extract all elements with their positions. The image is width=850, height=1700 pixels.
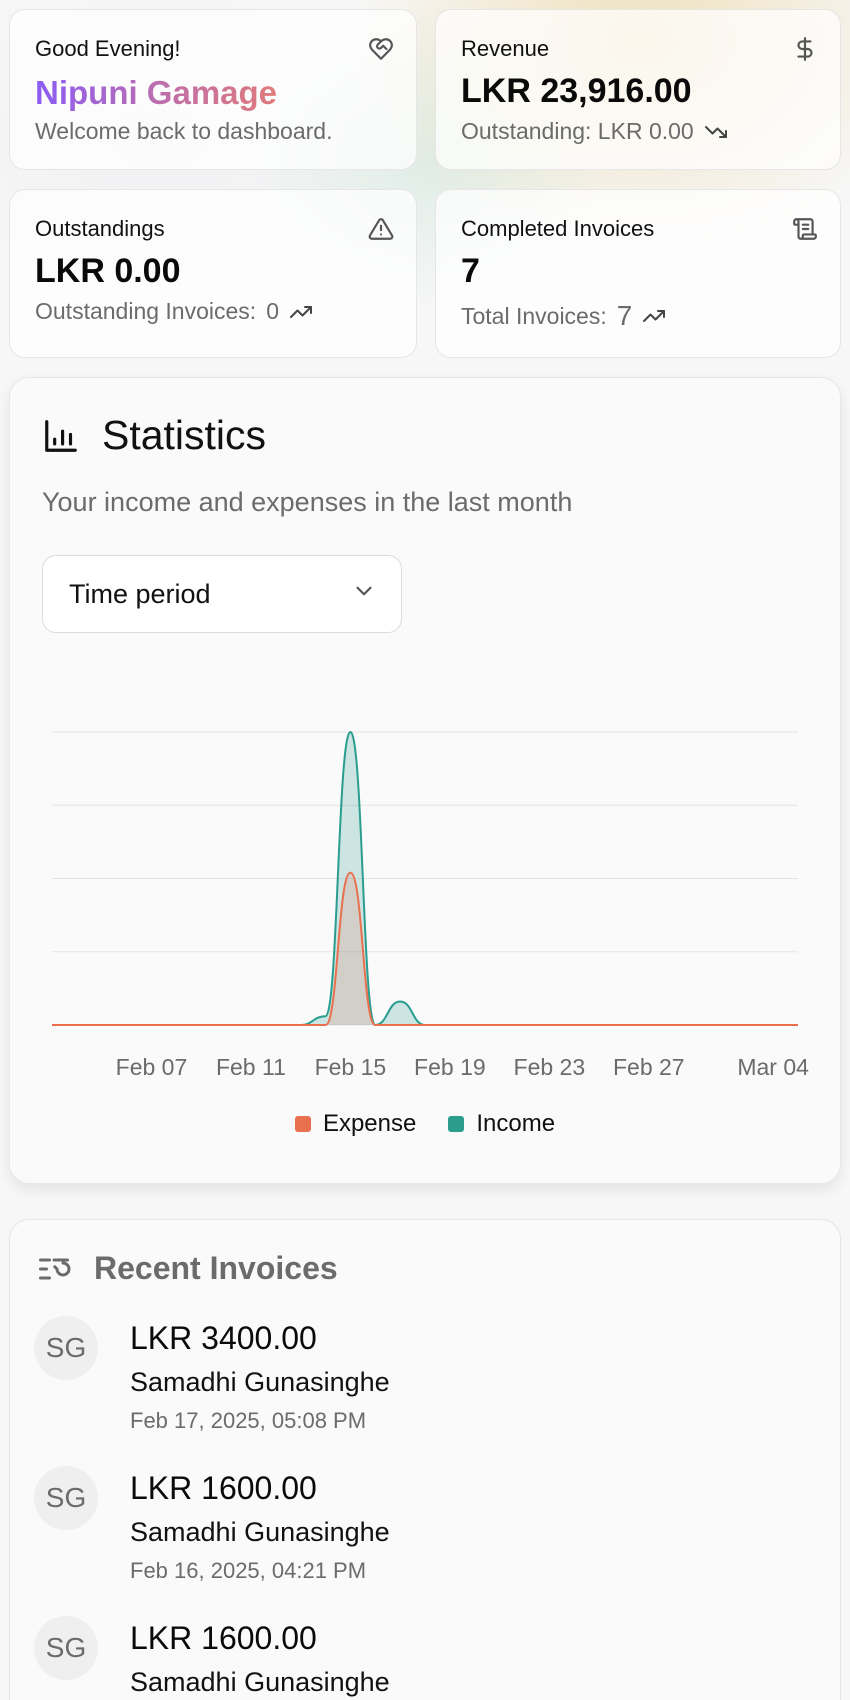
completed-invoices-title: Completed Invoices — [461, 216, 655, 241]
user-name: Nipuni Gamage — [35, 74, 278, 111]
invoice-client-name: Samadhi Gunasinghe — [130, 1367, 390, 1397]
total-invoices-label: Total Invoices: — [461, 302, 607, 329]
trending-down-icon — [704, 120, 728, 144]
invoice-amount: LKR 3400.00 — [130, 1320, 317, 1356]
invoice-amount: LKR 1600.00 — [130, 1470, 317, 1506]
invoice-date: Feb 16, 2025, 04:21 PM — [130, 1558, 367, 1583]
greeting-card: Good Evening! Nipuni Gamage Welcome back… — [9, 9, 417, 170]
invoice-date: Feb 17, 2025, 05:08 PM — [130, 1408, 367, 1433]
scroll-icon — [792, 216, 818, 242]
invoice-client-name: Samadhi Gunasinghe — [130, 1517, 390, 1547]
statistics-subtitle: Your income and expenses in the last mon… — [42, 487, 573, 517]
time-period-label: Time period — [69, 578, 211, 609]
legend-item-expense: Expense — [294, 1110, 417, 1138]
revenue-value: LKR 23,916.00 — [461, 72, 692, 110]
outstanding-invoices-label: Outstanding Invoices: — [35, 298, 257, 324]
revenue-title: Revenue — [461, 36, 550, 61]
completed-invoices-value: 7 — [461, 252, 480, 290]
avatar: SG — [34, 1316, 98, 1380]
bar-chart-icon — [42, 417, 80, 455]
statistics-header: Statistics — [42, 412, 266, 459]
legend-income-label: Income — [476, 1110, 556, 1137]
chart-legend: Expense Income — [0, 1110, 850, 1138]
expense-swatch — [294, 1116, 311, 1132]
legend-item-income: Income — [448, 1110, 555, 1138]
legend-expense-label: Expense — [322, 1110, 417, 1137]
invoice-client-name: Samadhi Gunasinghe — [130, 1667, 390, 1697]
recent-invoices-header: Recent Invoices — [36, 1250, 338, 1287]
outstandings-title: Outstandings — [35, 216, 165, 241]
total-invoices: Total Invoices: 7 — [461, 300, 666, 332]
invoice-amount: LKR 1600.00 — [130, 1620, 317, 1656]
greeting-subtitle: Welcome back to dashboard. — [35, 118, 333, 144]
statistics-title: Statistics — [102, 412, 267, 458]
list-history-icon — [36, 1251, 72, 1287]
income-swatch — [448, 1116, 465, 1132]
total-invoices-count: 7 — [616, 300, 633, 331]
revenue-card: Revenue LKR 23,916.00 Outstanding: LKR 0… — [435, 9, 841, 170]
chevron-down-icon — [351, 578, 377, 611]
outstandings-card: Outstandings LKR 0.00 Outstanding Invoic… — [9, 189, 417, 358]
time-period-select[interactable]: Time period — [42, 555, 402, 633]
trending-up-icon — [642, 304, 666, 328]
outstanding-invoices-count: 0 — [266, 298, 279, 324]
recent-invoices-title: Recent Invoices — [94, 1250, 338, 1286]
revenue-outstanding: Outstanding: LKR 0.00 — [461, 118, 728, 145]
revenue-outstanding-text: Outstanding: LKR 0.00 — [461, 118, 694, 144]
alert-triangle-icon — [368, 216, 394, 242]
dollar-icon — [792, 36, 818, 62]
completed-invoices-card: Completed Invoices 7 Total Invoices: 7 — [435, 189, 841, 358]
avatar: SG — [34, 1466, 98, 1530]
outstanding-invoices: Outstanding Invoices: 0 — [35, 298, 313, 325]
outstandings-value: LKR 0.00 — [35, 252, 181, 290]
avatar: SG — [34, 1616, 98, 1680]
greeting-title: Good Evening! — [35, 36, 181, 61]
heart-handshake-icon — [368, 36, 394, 62]
trending-up-icon — [289, 300, 313, 324]
